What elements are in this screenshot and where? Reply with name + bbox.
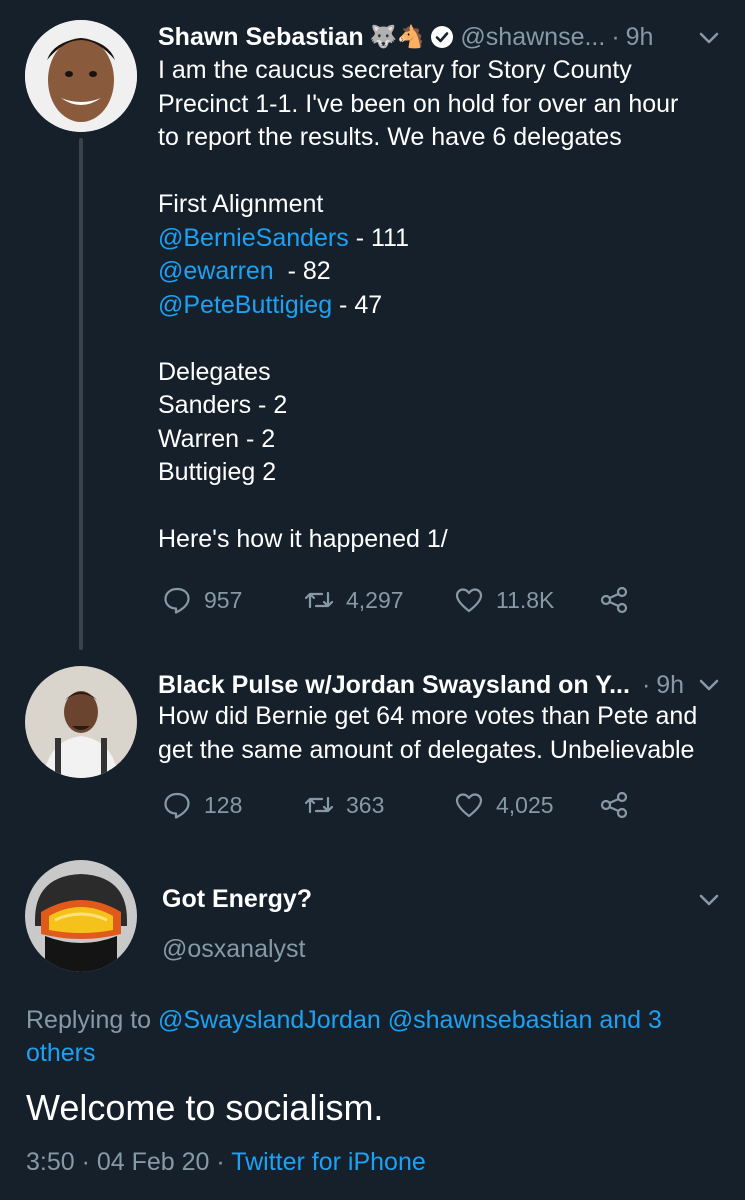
display-name[interactable]: Got Energy? [162,885,312,914]
replying-to: Replying to @SwayslandJordan @shawnsebas… [26,1004,716,1070]
reply-button[interactable]: 957 [162,585,304,615]
tweet-text-line: I am the caucus secretary for Story Coun… [158,54,728,88]
others-link-cont[interactable]: others [26,1039,95,1067]
share-button[interactable] [599,790,629,820]
reply-count: 957 [204,586,243,613]
display-name[interactable]: Black Pulse w/Jordan Swaysland on Y... [158,670,630,700]
tweet-text-line: First Alignment [158,188,728,222]
like-button[interactable]: 4,025 [454,790,599,820]
like-count: 11.8K [496,586,555,613]
tweet-text-line [158,322,728,356]
share-button[interactable] [599,585,629,615]
tweet-text-line: How did Bernie get 64 more votes than Pe… [158,700,733,734]
tweet-text-line: @ewarren - 82 [158,255,728,289]
text-segment: Warren - 2 [158,424,276,453]
share-icon [600,586,628,614]
retweet-count: 4,297 [346,586,404,613]
like-count: 4,025 [496,791,554,818]
handle[interactable]: @shawnse... [460,22,605,52]
retweet-button[interactable]: 363 [304,790,454,820]
tweet-text-line: @PeteButtigieg - 47 [158,289,728,323]
mention-link[interactable]: @PeteButtigieg [158,291,332,319]
tweet-meta: 3:50 · 04 Feb 20 · Twitter for iPhone [26,1148,426,1177]
replying-prefix: Replying to [26,1006,159,1034]
text-segment: How did Bernie get 64 more votes than Pe… [158,702,698,730]
tweet-text-line: get the same amount of delegates. Unbeli… [158,734,733,768]
mention-link[interactable]: @ewarren [158,257,274,285]
tweet-shawn-sebastian[interactable]: Shawn Sebastian 🐺🐴 @shawnse... · 9h I am… [0,0,745,650]
tweet-text-line: to report the results. We have 6 delegat… [158,121,728,155]
mention-link[interactable]: @BernieSanders [158,224,349,252]
mention-link[interactable]: @SwayslandJordan [158,1006,381,1034]
text-segment: Precinct 1-1. I've been on hold for over… [158,89,679,118]
avatar[interactable] [25,860,137,972]
reply-icon [164,792,190,819]
tweet-text: How did Bernie get 64 more votes than Pe… [158,700,733,767]
tweet-text: I am the caucus secretary for Story Coun… [158,54,728,557]
tweet-header: Black Pulse w/Jordan Swaysland on Y... ·… [158,670,684,700]
reply-button[interactable]: 128 [162,790,304,820]
tweet-actions: 957 4,297 11.8K [162,585,629,615]
separator-dot: · [611,23,620,51]
timestamp[interactable]: 9h [626,22,654,52]
text-segment: - 47 [332,290,383,319]
tweet-text-line: @BernieSanders - 111 [158,222,728,256]
tweet-text-line: Sanders - 2 [158,389,728,423]
share-icon [600,791,628,819]
handle[interactable]: @osxanalyst [162,935,306,964]
tweet-actions: 128 363 4,025 [162,790,629,820]
like-icon [455,793,483,818]
source-link[interactable]: Twitter for iPhone [231,1148,426,1176]
text-segment: Here's how it happened 1/ [158,525,448,553]
tweet-text-line [158,490,728,524]
display-name[interactable]: Shawn Sebastian [158,22,364,52]
like-button[interactable]: 11.8K [454,585,599,615]
name-emoji: 🐺🐴 [369,24,425,49]
tweet-text-line: Here's how it happened 1/ [158,523,728,557]
reply-icon [164,587,190,614]
text-segment: get the same amount of delegates. Unbeli… [158,735,695,764]
like-icon [455,588,483,613]
text-segment: Sanders - 2 [158,391,288,419]
text-segment: Delegates [158,357,271,386]
chevron-down-icon[interactable] [696,672,722,698]
tweet-text-line: Buttigieg 2 [158,456,728,490]
mention-link[interactable]: @shawnsebastian [388,1006,593,1034]
others-link[interactable]: and 3 [599,1006,662,1034]
chevron-down-icon[interactable] [696,887,722,913]
tweet-text-line: Precinct 1-1. I've been on hold for over… [158,88,728,122]
avatar[interactable] [25,666,137,778]
separator-dot: · [641,671,651,699]
tweet-black-pulse[interactable]: Black Pulse w/Jordan Swaysland on Y... ·… [0,650,745,845]
text-segment: - 111 [348,223,409,252]
retweet-icon [304,796,334,814]
tweet-text-line: Warren - 2 [158,423,728,457]
retweet-count: 363 [346,791,385,818]
timestamp: 3:50 · 04 Feb 20 · [26,1148,232,1176]
tweet-text-line [158,155,728,189]
text-segment: I am the caucus secretary for Story Coun… [158,56,632,84]
retweet-button[interactable]: 4,297 [304,585,454,615]
tweet-text: Welcome to socialism. [26,1087,384,1128]
chevron-down-icon[interactable] [696,25,722,51]
text-segment: Buttigieg 2 [158,458,277,486]
avatar[interactable] [25,20,137,132]
reply-count: 128 [204,791,243,818]
text-segment: - 82 [273,257,331,285]
text-segment: to report the results. We have 6 delegat… [158,123,622,151]
retweet-icon [304,591,334,609]
text-segment: First Alignment [158,190,324,218]
tweet-header: Shawn Sebastian 🐺🐴 @shawnse... · 9h [158,22,653,52]
timestamp[interactable]: 9h [656,670,684,700]
tweet-text-line: Delegates [158,356,728,390]
verified-icon [431,26,454,48]
